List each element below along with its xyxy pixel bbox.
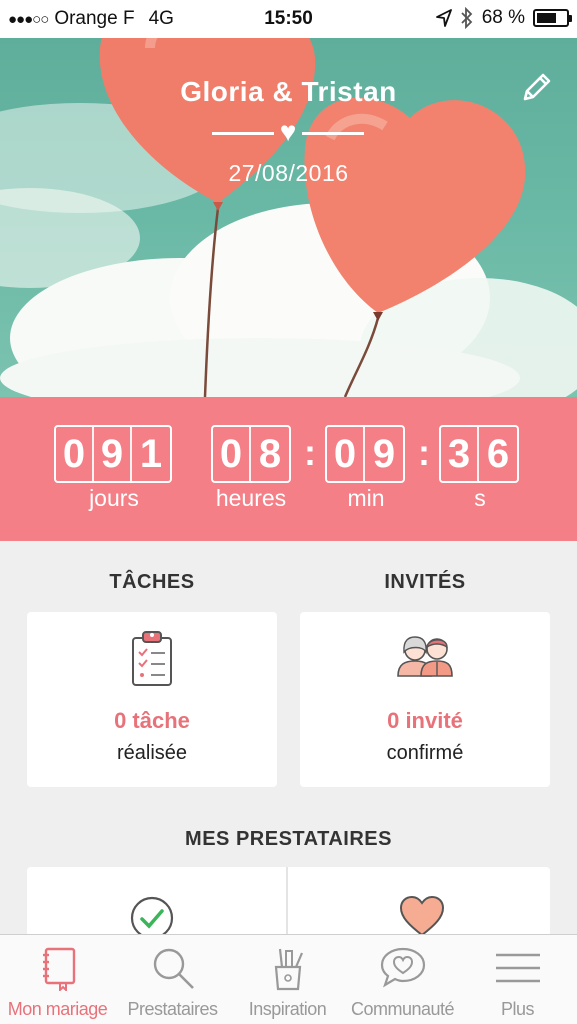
menu-icon [495, 953, 540, 983]
vendors-section-title: MES PRESTATAIRES [185, 828, 392, 850]
vendors-favorites-item[interactable] [288, 867, 550, 937]
hours-label: heures [215, 485, 287, 511]
seconds-digit: 3 [441, 427, 479, 481]
location-arrow-icon [435, 9, 452, 27]
time-separator: : [304, 432, 316, 473]
countdown-panel: 0 9 1 jours 0 8 heures : 0 9 min : 3 6 s [0, 397, 577, 541]
seconds-label: s [474, 485, 486, 511]
couple-names: Gloria & Tristan [180, 76, 397, 107]
bluetooth-icon [461, 7, 472, 29]
tab-mon-mariage[interactable]: Mon mariage [0, 935, 115, 1024]
chat-heart-icon [380, 947, 425, 988]
tasks-count: 0 tâche [114, 708, 190, 733]
notebook-icon [42, 947, 75, 991]
countdown-seconds: 3 6 [439, 425, 519, 483]
countdown-hours: 0 8 [211, 425, 291, 483]
couple-avatars-icon [397, 636, 453, 677]
wedding-date: 27/08/2016 [228, 160, 349, 186]
clipboard-checklist-icon [132, 631, 172, 686]
tasks-status: réalisée [116, 742, 188, 764]
days-label: jours [89, 485, 139, 511]
status-bar: ●●●○○ Orange F 4G 15:50 68 % [0, 0, 577, 38]
heart-icon [399, 895, 445, 937]
days-digit: 1 [139, 432, 163, 476]
time-separator: : [418, 432, 430, 473]
vendors-booked-item[interactable] [27, 867, 286, 940]
minutes-digit: 9 [372, 432, 396, 476]
battery-icon [533, 9, 572, 27]
days-digit: 0 [56, 427, 94, 481]
tab-communaute[interactable]: Communauté [345, 935, 460, 1024]
tab-inspiration[interactable]: Inspiration [230, 935, 345, 1024]
pencil-icon[interactable] [519, 71, 553, 105]
tasks-section-title: TÂCHES [109, 571, 195, 593]
countdown-days: 0 9 1 [54, 425, 172, 483]
countdown-minutes: 0 9 [325, 425, 405, 483]
minutes-digit: 0 [327, 427, 365, 481]
guests-count: 0 invité [387, 708, 463, 733]
hours-digit: 8 [258, 432, 282, 476]
seconds-digit: 6 [486, 432, 510, 476]
hours-digit: 0 [213, 427, 251, 481]
guests-status: confirmé [386, 742, 464, 764]
battery-percent: 68 % [481, 7, 525, 28]
pencil-cup-icon [274, 948, 303, 991]
guests-card[interactable]: 0 invité confirmé [300, 612, 550, 787]
tab-bar: Mon mariage Prestataires Inspiration Com… [0, 934, 577, 1024]
heart-icon: ♥ [279, 116, 297, 147]
minutes-label: min [347, 485, 385, 511]
hero-banner: Gloria & Tristan ♥ 27/08/2016 [0, 38, 577, 397]
tab-plus[interactable]: Plus [460, 935, 575, 1024]
tab-prestataires[interactable]: Prestataires [115, 935, 230, 1024]
tab-label: Plus [500, 999, 535, 1019]
vendors-card [27, 867, 550, 940]
guests-section-title: INVITÉS [384, 571, 466, 593]
days-digit: 9 [94, 427, 132, 481]
title-divider: ♥ [212, 118, 364, 156]
tasks-card[interactable]: 0 tâche réalisée [27, 612, 277, 787]
search-icon [153, 948, 194, 989]
